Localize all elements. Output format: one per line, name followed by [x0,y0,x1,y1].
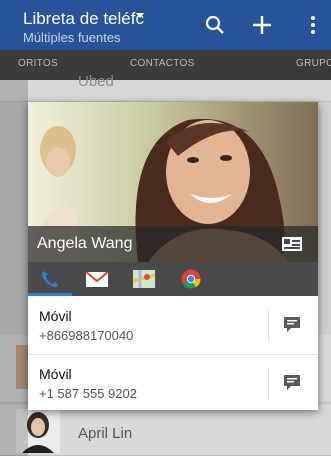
contact-name: April Lin [78,425,133,442]
app-bar: Libreta de teléfc Múltiples fuentes [0,0,331,50]
contact-card: Angela Wang Móvil +866988170040 Móvil +1… [28,102,318,410]
phone-number: +866988170040 [39,328,134,343]
active-tab-indicator [28,293,72,296]
divider [28,354,318,355]
name-bar: Angela Wang [28,226,318,262]
scrim [0,80,28,456]
phone-type-label: Móvil [39,366,72,382]
divider [268,368,269,400]
message-icon[interactable] [283,374,301,391]
add-icon[interactable] [247,10,277,40]
email-icon[interactable] [85,269,109,289]
phone-number: +1 587 555 9202 [39,386,137,401]
app-subtitle: Múltiples fuentes [23,30,121,45]
app-title[interactable]: Libreta de teléfc [23,9,173,29]
quick-actions-bar [28,262,318,296]
divider [268,310,269,342]
phone-entry[interactable]: Móvil +866988170040 [28,300,318,352]
dropdown-caret-icon[interactable] [136,13,144,18]
maps-icon[interactable] [132,269,156,289]
phone-type-label: Móvil [39,308,72,324]
chrome-icon[interactable] [179,269,203,289]
tab-contactos[interactable]: CONTACTOS [130,58,195,69]
more-options-icon[interactable] [298,10,328,40]
list-item[interactable]: Ubed [0,73,331,102]
phone-icon[interactable] [38,269,62,289]
message-icon[interactable] [283,316,301,333]
list-item[interactable]: April Lin [0,405,331,456]
contact-card-icon[interactable] [281,235,303,253]
contact-name: Ubed [78,73,114,90]
contact-name-title: Angela Wang [37,235,133,252]
search-icon[interactable] [200,10,230,40]
tab-favoritos[interactable]: ORITOS [18,58,58,69]
phone-entry[interactable]: Móvil +1 587 555 9202 [28,358,318,410]
tab-bar: ORITOS CONTACTOS GRUPO [0,50,331,80]
tab-grupos[interactable]: GRUPO [296,58,331,69]
